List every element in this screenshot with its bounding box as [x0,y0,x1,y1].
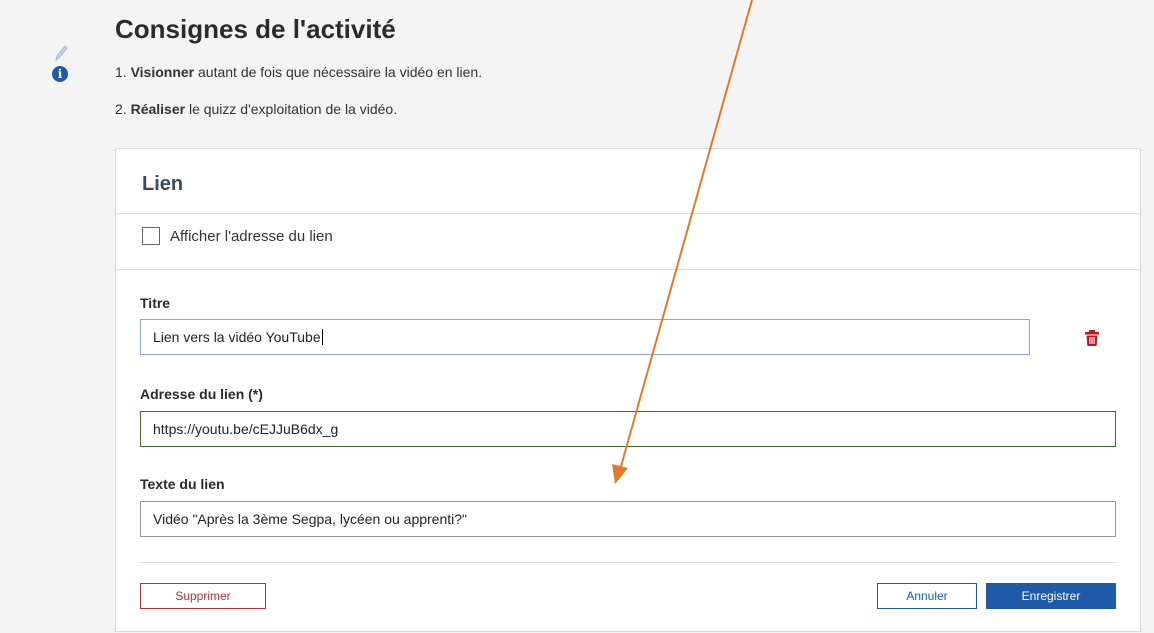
title-label: Titre [140,295,171,311]
card-title: Lien [142,173,184,195]
delete-button[interactable]: Supprimer [140,583,266,609]
show-address-label: Afficher l'adresse du lien [170,227,333,245]
info-icon: i [52,66,68,82]
instruction-step-1: 1. Visionner autant de fois que nécessai… [115,64,482,80]
pencil-icon[interactable] [54,44,68,62]
link-text-label: Texte du lien [140,476,225,492]
address-label: Adresse du lien (*) [140,386,263,402]
step-verb: Visionner [130,64,195,80]
cancel-button[interactable]: Annuler [877,583,977,609]
address-input-value: https://youtu.be/cEJJuB6dx_g [153,421,339,437]
step-number: 1. [115,64,127,80]
save-button[interactable]: Enregistrer [986,583,1116,609]
page-title: Consignes de l'activité [115,14,396,44]
instruction-step-2: 2. Réaliser le quizz d'exploitation de l… [115,101,397,117]
title-input[interactable]: Lien vers la vidéo YouTube [140,319,1030,355]
divider [116,269,1140,270]
divider [140,562,1116,563]
show-address-option[interactable]: Afficher l'adresse du lien [142,227,333,245]
step-text: le quizz d'exploitation de la vidéo. [185,101,398,117]
divider [116,213,1140,214]
link-text-input[interactable]: Vidéo "Après la 3ème Segpa, lycéen ou ap… [140,501,1116,537]
step-verb: Réaliser [130,101,186,117]
step-number: 2. [115,101,127,117]
link-text-input-value: Vidéo "Après la 3ème Segpa, lycéen ou ap… [153,511,468,527]
show-address-checkbox[interactable] [142,227,160,245]
link-editor-card: Lien Afficher l'adresse du lien Titre Li… [115,148,1141,632]
text-caret [321,329,323,345]
trash-icon[interactable] [1084,329,1100,347]
address-input[interactable]: https://youtu.be/cEJJuB6dx_g [140,411,1116,447]
step-text: autant de fois que nécessaire la vidéo e… [194,64,483,80]
title-input-value: Lien vers la vidéo YouTube [153,329,321,345]
side-icons: i [50,44,72,88]
